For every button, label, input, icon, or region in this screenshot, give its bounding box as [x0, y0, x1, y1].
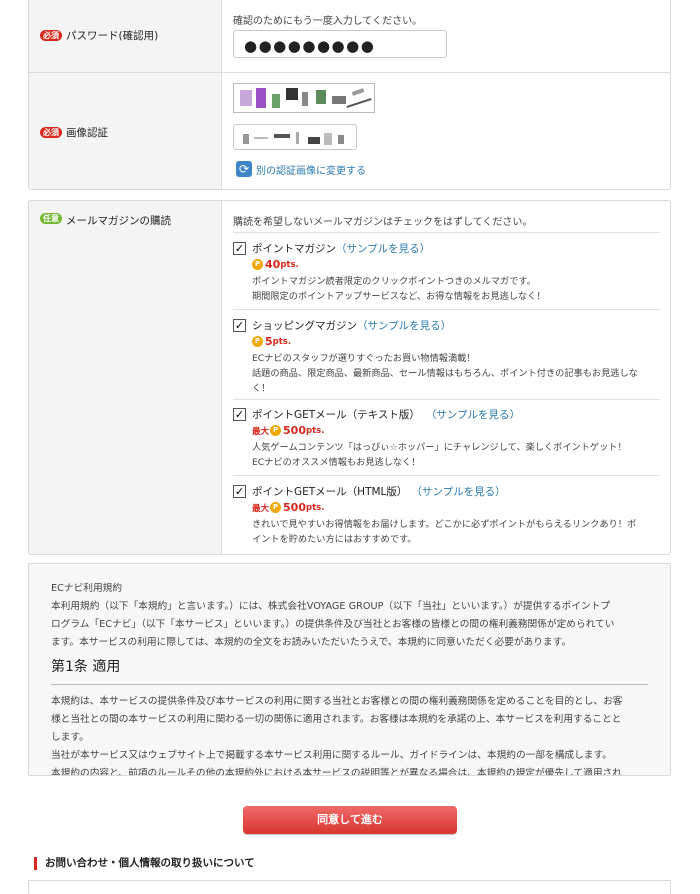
- points-label: 最大 P 500 pts.: [252, 501, 325, 514]
- newsletter-desc: ポイントマガジン読者限定のクリックポイントつきのメルマガです。 期間限定のポイン…: [252, 276, 546, 302]
- newsletter-name: ポイントGETメール（HTML版）: [252, 486, 408, 498]
- divider: [233, 399, 660, 400]
- point-coin-icon: P: [252, 336, 263, 347]
- terms-title: ECナビ利用規約: [51, 583, 123, 594]
- points-label: 最大 P 500 pts.: [252, 424, 325, 437]
- required-badge: 必須: [40, 30, 62, 41]
- terms-article-text: 様と当社との間の本サービスの利用に関わる一切の関係に適用されます。お客様は本規約…: [51, 714, 622, 725]
- captcha-refresh-label: 別の認証画像に変更する: [256, 165, 366, 177]
- terms-intro: 本利用規約（以下「本規約」と言います。）には、株式会社VOYAGE GROUP（…: [51, 601, 611, 612]
- newsletter-desc: きれいで見やすいお得情報をお届けします。どこかに必ずポイントがもらえるリンクあり…: [252, 519, 637, 545]
- newsletter-checkbox[interactable]: ✓: [233, 485, 246, 498]
- newsletter-item: ✓ ポイントGETメール（HTML版） （サンプルを見る） 最大 P 500 pt…: [233, 484, 658, 547]
- captcha-label: 画像認証: [66, 126, 108, 139]
- terms-article-text: します。: [51, 732, 89, 743]
- point-coin-icon: P: [270, 502, 282, 513]
- newsletter-item: ✓ ポイントマガジン （サンプルを見る） P 40 pts. ポイントマガジン読者…: [233, 241, 658, 304]
- newsletter-item: ✓ ショッピングマガジン （サンプルを見る） P 5 pts. ECナビのスタッフ…: [233, 318, 658, 396]
- sample-link[interactable]: （サンプルを見る）: [426, 407, 520, 422]
- points-label: P 40 pts.: [252, 258, 658, 271]
- captcha-input[interactable]: [233, 124, 357, 150]
- newsletter-name: ポイントGETメール（テキスト版）: [252, 409, 420, 421]
- password-dots: ●●●●●●●●●: [244, 37, 376, 55]
- divider: [233, 309, 660, 310]
- divider: [233, 232, 660, 233]
- point-coin-icon: P: [270, 425, 282, 436]
- newsletter-item: ✓ ポイントGETメール（テキスト版） （サンプルを見る） 最大 P 500 pt…: [233, 407, 658, 470]
- optional-badge: 任意: [40, 213, 62, 224]
- newsletter-desc: 人気ゲームコンテンツ「はっぴぃ☆ホッパー」にチャレンジして、楽しくポイントゲット…: [252, 442, 627, 468]
- captcha-image: [233, 83, 375, 113]
- footer-section-title: お問い合わせ・個人情報の取り扱いについて: [34, 857, 255, 870]
- sample-link[interactable]: （サンプルを見る）: [336, 241, 430, 256]
- divider: [233, 475, 660, 476]
- newsletter-label: メールマガジンの購読: [66, 215, 171, 227]
- terms-scroll-box[interactable]: ECナビ利用規約 本利用規約（以下「本規約」と言います。）には、株式会社VOYA…: [28, 563, 671, 776]
- footer-box: [28, 880, 671, 894]
- terms-article-text: 本規約の内容と、前項のルールその他の本規約外における本サービスの説明等とが異なる…: [51, 768, 622, 776]
- newsletter-name: ショッピングマガジン: [252, 320, 357, 332]
- agree-button[interactable]: 同意して進む: [243, 806, 457, 834]
- terms-intro: ます。本サービスの利用に際しては、本規約の全文をお読みいただいたうえで、本規約に…: [51, 637, 572, 648]
- newsletter-desc: ECナビのスタッフが選りすぐったお買い物情報満載！ 話題の商品、限定商品、最新商…: [252, 353, 638, 394]
- terms-article-title: 第1条 適用: [51, 652, 648, 685]
- sample-link[interactable]: （サンプルを見る）: [357, 318, 451, 333]
- terms-intro: ログラム「ECナビ」（以下「本サービス」といいます。）の提供条件及び当社とお客様…: [51, 619, 615, 630]
- newsletter-name: ポイントマガジン: [252, 243, 336, 255]
- newsletter-checkbox[interactable]: ✓: [233, 242, 246, 255]
- label-cell: 必須 パスワード(確認用): [29, 0, 222, 72]
- point-coin-icon: P: [252, 259, 263, 270]
- terms-article-text: 本規約は、本サービスの提供条件及び本サービスの利用に関する当社とお客様との間の権…: [51, 696, 623, 707]
- newsletter-checkbox[interactable]: ✓: [233, 319, 246, 332]
- sample-link[interactable]: （サンプルを見る）: [411, 484, 505, 499]
- required-badge: 必須: [40, 126, 62, 138]
- newsletter-checkbox[interactable]: ✓: [233, 408, 246, 421]
- terms-article-text: 当社が本サービス又はウェブサイト上で掲載する本サービス利用に関するルール、ガイド…: [51, 750, 612, 761]
- newsletter-note: 購読を希望しないメールマガジンはチェックをはずしてください。: [233, 217, 533, 228]
- captcha-refresh-link[interactable]: ⟳ 別の認証画像に変更する: [236, 161, 366, 177]
- password-confirm-note: 確認のためにもう一度入力してください。: [233, 16, 423, 27]
- label-cell: 任意 メールマガジンの購読: [29, 201, 222, 554]
- points-label: P 5 pts.: [252, 335, 658, 348]
- refresh-icon: ⟳: [236, 161, 252, 177]
- label-cell: 必須 画像認証: [29, 73, 222, 189]
- password-confirm-label: パスワード(確認用): [66, 30, 159, 42]
